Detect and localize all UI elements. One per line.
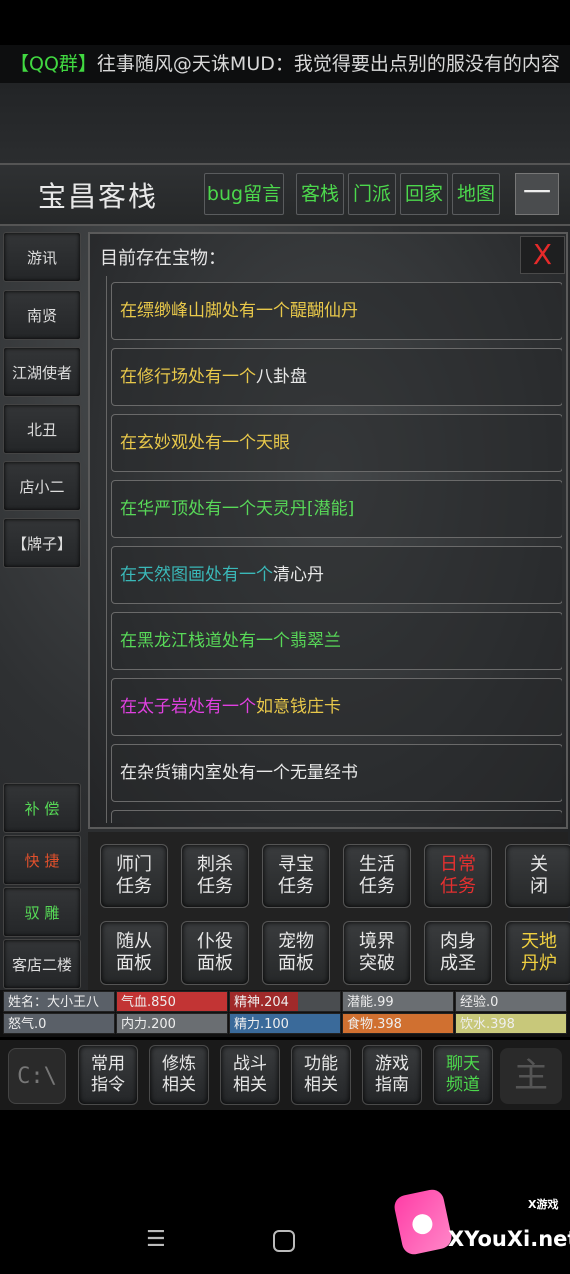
- treasure-item[interactable]: 在缥缈峰山脚处有一个醍醐仙丹: [111, 282, 562, 340]
- menu-button[interactable]: 战斗 相关: [220, 1045, 280, 1105]
- stat-bar: 气血.850: [116, 991, 228, 1012]
- inn-upstairs-button[interactable]: 客店二楼: [3, 939, 81, 989]
- ride-eagle-button[interactable]: 驭 雕: [3, 887, 81, 937]
- location-title: 宝昌客栈: [38, 180, 159, 213]
- treasure-item[interactable]: [111, 810, 562, 823]
- npc-button[interactable]: 南贤: [3, 290, 81, 340]
- location-header: 宝昌客栈 bug留言 客栈 门派 回家 地图 一: [0, 163, 570, 226]
- treasure-list[interactable]: 在缥缈峰山脚处有一个醍醐仙丹 在修行场处有一个八卦盘 在玄妙观处有一个天眼 在华严顶处…: [106, 276, 562, 823]
- shortcut-button[interactable]: 快 捷: [3, 835, 81, 885]
- task-button[interactable]: 境界 突破: [343, 921, 411, 985]
- task-button[interactable]: 宠物 面板: [262, 921, 330, 985]
- home-icon[interactable]: [273, 1230, 295, 1252]
- stat-bar: 内力.200: [116, 1013, 228, 1034]
- npc-button[interactable]: 游讯: [3, 232, 81, 282]
- stats-bar: 姓名：大小王八 气血.850 精神.204 潜能.99 经验.0 怒气.0 内力.200 精力…: [0, 990, 570, 1037]
- stat-bar: 精力.100: [229, 1013, 341, 1034]
- treasure-item[interactable]: 在天然图画处有一个清心丹: [111, 546, 562, 604]
- treasure-name: 天灵丹[潜能]: [256, 499, 355, 519]
- menu-button[interactable]: 游戏 指南: [362, 1045, 422, 1105]
- task-button[interactable]: 仆役 面板: [181, 921, 249, 985]
- npc-button[interactable]: 北丑: [3, 404, 81, 454]
- stat-bar: 食物.398: [342, 1013, 454, 1034]
- stat-bar: 怒气.0: [3, 1013, 115, 1034]
- treasure-name: 清心丹: [273, 565, 324, 585]
- treasure-panel: 目前存在宝物： X 在缥缈峰山脚处有一个醍醐仙丹 在修行场处有一个八卦盘 在玄妙观处…: [88, 232, 568, 829]
- bottom-menu: C:\ 主 常用 指令 修炼 相关 战斗 相关 功能 相关 游戏 指南 聊天 频道: [0, 1040, 570, 1110]
- task-button[interactable]: 日常 任务: [424, 844, 492, 908]
- treasure-name: 无量经书: [290, 763, 358, 783]
- treasure-name: 八卦盘: [256, 367, 307, 387]
- treasure-location: 在玄妙观处有一个: [120, 433, 256, 453]
- watermark-small: X游戏: [528, 1198, 559, 1211]
- bug-report-button[interactable]: bug留言: [204, 173, 284, 215]
- ticker-channel: 【QQ群】: [10, 53, 97, 75]
- minimize-button[interactable]: 一: [515, 173, 559, 215]
- ticker-message: 往事随风@天诛MUD：我觉得要出点别的服没有的内容: [96, 53, 560, 75]
- treasure-location: 在杂货铺内室处有一个: [120, 763, 290, 783]
- stat-bar: 潜能.99: [342, 991, 454, 1012]
- watermark: X游戏 XYouXi.net: [392, 1187, 570, 1272]
- treasure-name: 翡翠兰: [290, 631, 341, 651]
- map-button[interactable]: 地图: [452, 173, 500, 215]
- treasure-name: 如意钱庄卡: [256, 697, 341, 717]
- sign-button[interactable]: 【牌子】: [3, 518, 81, 568]
- treasure-item[interactable]: 在玄妙观处有一个天眼: [111, 414, 562, 472]
- task-button[interactable]: 肉身 成圣: [424, 921, 492, 985]
- menu-button[interactable]: 功能 相关: [291, 1045, 351, 1105]
- task-button[interactable]: 寻宝 任务: [262, 844, 330, 908]
- treasure-name: 醍醐仙丹: [290, 301, 358, 321]
- treasure-item[interactable]: 在黑龙江栈道处有一个翡翠兰: [111, 612, 562, 670]
- task-button[interactable]: 刺杀 任务: [181, 844, 249, 908]
- header-backdrop: [0, 83, 570, 163]
- stat-bar: 经验.0: [455, 991, 567, 1012]
- panel-title: 目前存在宝物：: [100, 248, 226, 269]
- treasure-location: 在天然图画处有一个: [120, 565, 273, 585]
- status-bar: [0, 0, 570, 45]
- recents-icon[interactable]: ☰: [146, 1227, 166, 1252]
- menu-button[interactable]: 聊天 频道: [433, 1045, 493, 1105]
- task-grid: 师门 任务 刺杀 任务 寻宝 任务 生活 任务 日常 任务关 闭随从 面板 仆役 面板 宠物…: [88, 832, 570, 990]
- treasure-item[interactable]: 在修行场处有一个八卦盘: [111, 348, 562, 406]
- treasure-location: 在黑龙江栈道处有一个: [120, 631, 290, 651]
- treasure-location: 在华严顶处有一个: [120, 499, 256, 519]
- sect-button[interactable]: 门派: [348, 173, 396, 215]
- treasure-item[interactable]: 在华严顶处有一个天灵丹[潜能]: [111, 480, 562, 538]
- npc-button[interactable]: 店小二: [3, 461, 81, 511]
- close-button[interactable]: X: [520, 236, 565, 274]
- watermark-text: XYouXi.net: [448, 1227, 570, 1251]
- task-button[interactable]: 天地 丹炉: [505, 921, 570, 985]
- main-icon[interactable]: 主: [500, 1048, 562, 1104]
- task-button[interactable]: 生活 任务: [343, 844, 411, 908]
- inn-button[interactable]: 客栈: [296, 173, 344, 215]
- menu-button[interactable]: 常用 指令: [78, 1045, 138, 1105]
- console-icon[interactable]: C:\: [8, 1048, 66, 1104]
- treasure-location: 在太子岩处有一个: [120, 697, 256, 717]
- home-button[interactable]: 回家: [400, 173, 448, 215]
- menu-button[interactable]: 修炼 相关: [149, 1045, 209, 1105]
- treasure-location: 在修行场处有一个: [120, 367, 256, 387]
- stat-bar: 饮水.398: [455, 1013, 567, 1034]
- treasure-location: 在缥缈峰山脚处有一个: [120, 301, 290, 321]
- treasure-name: 天眼: [256, 433, 290, 453]
- compensation-button[interactable]: 补 偿: [3, 783, 81, 833]
- treasure-item[interactable]: 在太子岩处有一个如意钱庄卡: [111, 678, 562, 736]
- stat-bar: 精神.204: [229, 991, 341, 1012]
- chat-ticker: 【QQ群】往事随风@天诛MUD：我觉得要出点别的服没有的内容: [0, 45, 570, 83]
- task-button[interactable]: 关 闭: [505, 844, 570, 908]
- task-button[interactable]: 师门 任务: [100, 844, 168, 908]
- stat-bar: 姓名：大小王八: [3, 991, 115, 1012]
- treasure-item[interactable]: 在杂货铺内室处有一个无量经书: [111, 744, 562, 802]
- npc-button[interactable]: 江湖使者: [3, 347, 81, 397]
- watermark-logo-icon: [392, 1187, 454, 1257]
- task-button[interactable]: 随从 面板: [100, 921, 168, 985]
